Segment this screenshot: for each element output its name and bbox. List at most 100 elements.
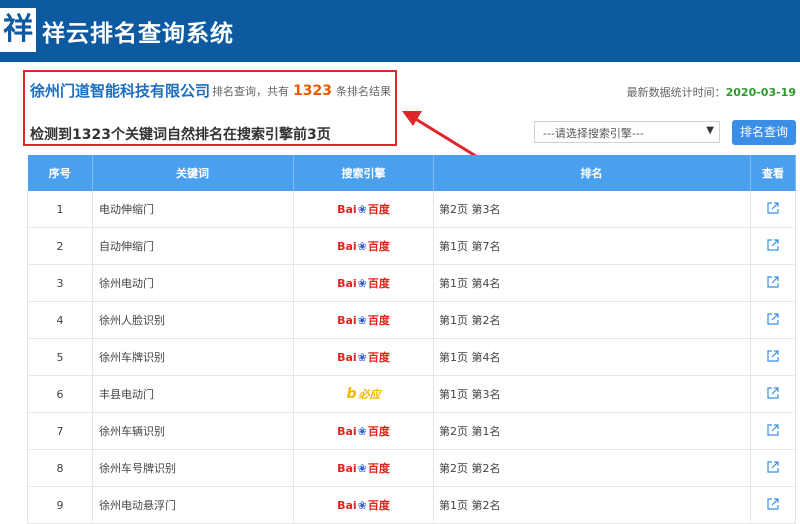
row-keyword: 徐州车辆识别 bbox=[92, 412, 294, 450]
baidu-paw-icon: ❀ bbox=[357, 276, 367, 290]
baidu-logo: Bai ❀ 百度 bbox=[337, 239, 390, 254]
baidu-logo: Bai ❀ 百度 bbox=[337, 424, 390, 439]
baidu-paw-icon: ❀ bbox=[357, 424, 367, 438]
row-engine: Bai ❀ 百度 bbox=[293, 338, 434, 376]
row-number: 3 bbox=[27, 264, 93, 302]
external-link-icon[interactable] bbox=[767, 349, 779, 362]
row-keyword: 电动伸缩门 bbox=[92, 191, 294, 228]
row-engine: Bai ❀ 百度 bbox=[293, 264, 434, 302]
stat-date: 2020-03-19 bbox=[725, 86, 796, 99]
baidu-logo: Bai ❀ 百度 bbox=[337, 313, 390, 328]
table-row: 4 徐州人脸识别 Bai ❀ 百度 第1页 第2名 bbox=[27, 301, 796, 339]
baidu-logo: Bai ❀ 百度 bbox=[337, 202, 390, 217]
table-row: 6 丰县电动门 b 必应 第1页 第3名 bbox=[27, 375, 796, 413]
external-link-icon[interactable] bbox=[767, 275, 779, 288]
app-title: 祥云排名查询系统 bbox=[42, 21, 234, 47]
row-engine: Bai ❀ 百度 bbox=[293, 486, 434, 524]
row-view bbox=[750, 338, 796, 376]
row-number: 2 bbox=[27, 227, 93, 265]
header-no: 序号 bbox=[27, 155, 93, 191]
external-link-icon[interactable] bbox=[767, 460, 779, 473]
header-view: 查看 bbox=[750, 155, 796, 191]
result-count: 1323 bbox=[293, 83, 332, 99]
table-row: 9 徐州电动悬浮门 Bai ❀ 百度 第1页 第2名 bbox=[27, 486, 796, 524]
table-row: 8 徐州车号牌识别 Bai ❀ 百度 第2页 第2名 bbox=[27, 449, 796, 487]
row-engine: Bai ❀ 百度 bbox=[293, 191, 434, 228]
row-engine: Bai ❀ 百度 bbox=[293, 227, 434, 265]
row-view bbox=[750, 264, 796, 302]
summary-suffix: 条排名结果 bbox=[335, 85, 391, 98]
row-rank: 第1页 第2名 bbox=[433, 486, 751, 524]
row-rank: 第1页 第4名 bbox=[433, 338, 751, 376]
row-view bbox=[750, 486, 796, 524]
row-view bbox=[750, 227, 796, 265]
summary-prefix: 排名查询，共有 bbox=[212, 85, 289, 98]
row-rank: 第1页 第7名 bbox=[433, 227, 751, 265]
row-engine: Bai ❀ 百度 bbox=[293, 301, 434, 339]
baidu-paw-icon: ❀ bbox=[357, 461, 367, 475]
table-row: 2 自动伸缩门 Bai ❀ 百度 第1页 第7名 bbox=[27, 227, 796, 265]
row-number: 4 bbox=[27, 301, 93, 339]
row-number: 8 bbox=[27, 449, 93, 487]
header-rank: 排名 bbox=[433, 155, 751, 191]
table-row: 5 徐州车牌识别 Bai ❀ 百度 第1页 第4名 bbox=[27, 338, 796, 376]
baidu-logo: Bai ❀ 百度 bbox=[337, 461, 390, 476]
chevron-down-icon: ▼ bbox=[706, 125, 714, 136]
external-link-icon[interactable] bbox=[767, 201, 779, 214]
stat-label: 最新数据统计时间： bbox=[626, 86, 726, 99]
engine-select[interactable]: ---请选择搜索引擎--- ▼ bbox=[534, 121, 720, 143]
result-summary: 排名查询，共有 1323 条排名结果 bbox=[212, 83, 391, 99]
row-number: 5 bbox=[27, 338, 93, 376]
row-number: 9 bbox=[27, 486, 93, 524]
company-name: 徐州门道智能科技有限公司 bbox=[30, 82, 211, 100]
row-keyword: 徐州车号牌识别 bbox=[92, 449, 294, 487]
row-view bbox=[750, 412, 796, 450]
engine-select-value: ---请选择搜索引擎--- bbox=[543, 127, 644, 140]
external-link-icon[interactable] bbox=[767, 386, 779, 399]
row-keyword: 徐州人脸识别 bbox=[92, 301, 294, 339]
baidu-paw-icon: ❀ bbox=[357, 202, 367, 216]
row-view bbox=[750, 449, 796, 487]
row-rank: 第2页 第1名 bbox=[433, 412, 751, 450]
row-rank: 第1页 第2名 bbox=[433, 301, 751, 339]
external-link-icon[interactable] bbox=[767, 238, 779, 251]
row-keyword: 徐州电动门 bbox=[92, 264, 294, 302]
row-view bbox=[750, 375, 796, 413]
external-link-icon[interactable] bbox=[767, 312, 779, 325]
row-keyword: 徐州车牌识别 bbox=[92, 338, 294, 376]
table-header-row: 序号 关键词 搜索引擎 排名 查看 bbox=[27, 155, 796, 191]
baidu-paw-icon: ❀ bbox=[357, 239, 367, 253]
header-keyword: 关键词 bbox=[92, 155, 294, 191]
ranking-table: 序号 关键词 搜索引擎 排名 查看 1 电动伸缩门 Bai ❀ 百度 第2页 第3名 2 自动… bbox=[27, 155, 796, 524]
header-engine: 搜索引擎 bbox=[293, 155, 434, 191]
row-number: 1 bbox=[27, 191, 93, 228]
row-keyword: 丰县电动门 bbox=[92, 375, 294, 413]
external-link-icon[interactable] bbox=[767, 497, 779, 510]
table-row: 7 徐州车辆识别 Bai ❀ 百度 第2页 第1名 bbox=[27, 412, 796, 450]
stat-time: 最新数据统计时间：2020-03-19 bbox=[627, 84, 796, 100]
baidu-logo: Bai ❀ 百度 bbox=[337, 276, 390, 291]
baidu-logo: Bai ❀ 百度 bbox=[337, 350, 390, 365]
external-link-icon[interactable] bbox=[767, 423, 779, 436]
row-engine: b 必应 bbox=[293, 375, 434, 413]
row-keyword: 徐州电动悬浮门 bbox=[92, 486, 294, 524]
row-engine: Bai ❀ 百度 bbox=[293, 412, 434, 450]
bing-icon: b bbox=[346, 386, 357, 402]
app-logo: 祥 bbox=[0, 8, 36, 52]
rank-query-button[interactable]: 排名查询 bbox=[732, 120, 796, 145]
row-rank: 第2页 第3名 bbox=[433, 191, 751, 228]
row-rank: 第2页 第2名 bbox=[433, 449, 751, 487]
row-number: 6 bbox=[27, 375, 93, 413]
row-number: 7 bbox=[27, 412, 93, 450]
baidu-logo: Bai ❀ 百度 bbox=[337, 498, 390, 513]
baidu-paw-icon: ❀ bbox=[357, 313, 367, 327]
row-view bbox=[750, 301, 796, 339]
detected-text: 检测到1323个关键词自然排名在搜索引擎前3页 bbox=[30, 127, 331, 143]
row-engine: Bai ❀ 百度 bbox=[293, 449, 434, 487]
baidu-paw-icon: ❀ bbox=[357, 350, 367, 364]
row-rank: 第1页 第4名 bbox=[433, 264, 751, 302]
app-header: 祥 祥云排名查询系统 bbox=[0, 0, 800, 62]
table-row: 3 徐州电动门 Bai ❀ 百度 第1页 第4名 bbox=[27, 264, 796, 302]
row-keyword: 自动伸缩门 bbox=[92, 227, 294, 265]
row-view bbox=[750, 191, 796, 228]
